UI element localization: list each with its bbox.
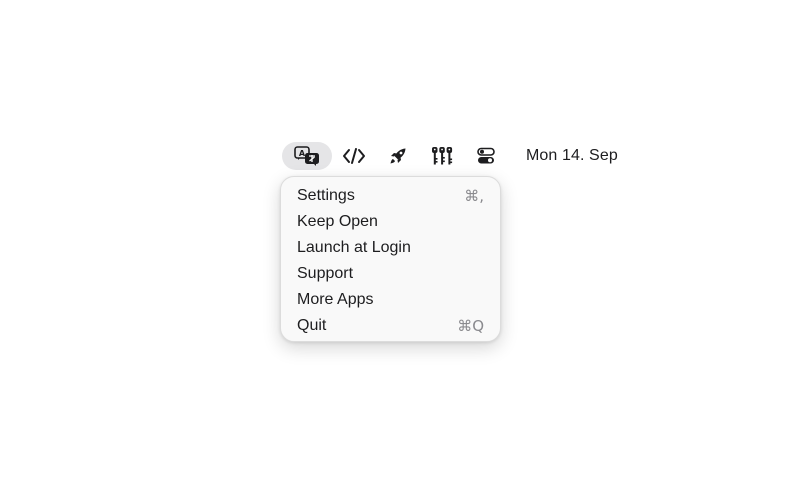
toggles-icon [476,147,496,165]
menu-bar: A Mon 14. Sep [282,142,618,170]
menu-item-label: Settings [297,187,355,204]
menu-item-shortcut: ⌘Q [457,317,484,335]
translate-dropdown-menu: Settings ⌘, Keep Open Launch at Login Su… [280,176,501,342]
menu-item-label: Quit [297,317,327,334]
menu-item-label: Keep Open [297,213,378,230]
translate-menu-extra[interactable]: A [282,142,332,170]
menu-item-shortcut: ⌘, [464,187,484,205]
rocket-menu-extra[interactable] [376,142,420,170]
translate-icon: A [294,146,320,166]
menu-item-quit[interactable]: Quit ⌘Q [281,313,500,339]
menu-item-settings[interactable]: Settings ⌘, [281,183,500,209]
menubar-clock[interactable]: Mon 14. Sep [526,142,618,170]
menu-item-more-apps[interactable]: More Apps [281,287,500,313]
code-menu-extra[interactable] [332,142,376,170]
menu-item-launch-at-login[interactable]: Launch at Login [281,235,500,261]
keys-menu-extra[interactable] [420,142,464,170]
code-icon [342,147,366,165]
menu-item-label: More Apps [297,291,374,308]
menu-item-keep-open[interactable]: Keep Open [281,209,500,235]
menu-item-label: Launch at Login [297,239,411,256]
keys-icon [430,146,454,166]
menu-item-support[interactable]: Support [281,261,500,287]
toggles-menu-extra[interactable] [464,142,508,170]
menu-item-label: Support [297,265,354,282]
desktop: A Mon 14. Sep Settings ⌘, Keep Open Laun… [0,0,800,500]
rocket-icon [388,146,408,166]
svg-text:A: A [299,149,306,158]
